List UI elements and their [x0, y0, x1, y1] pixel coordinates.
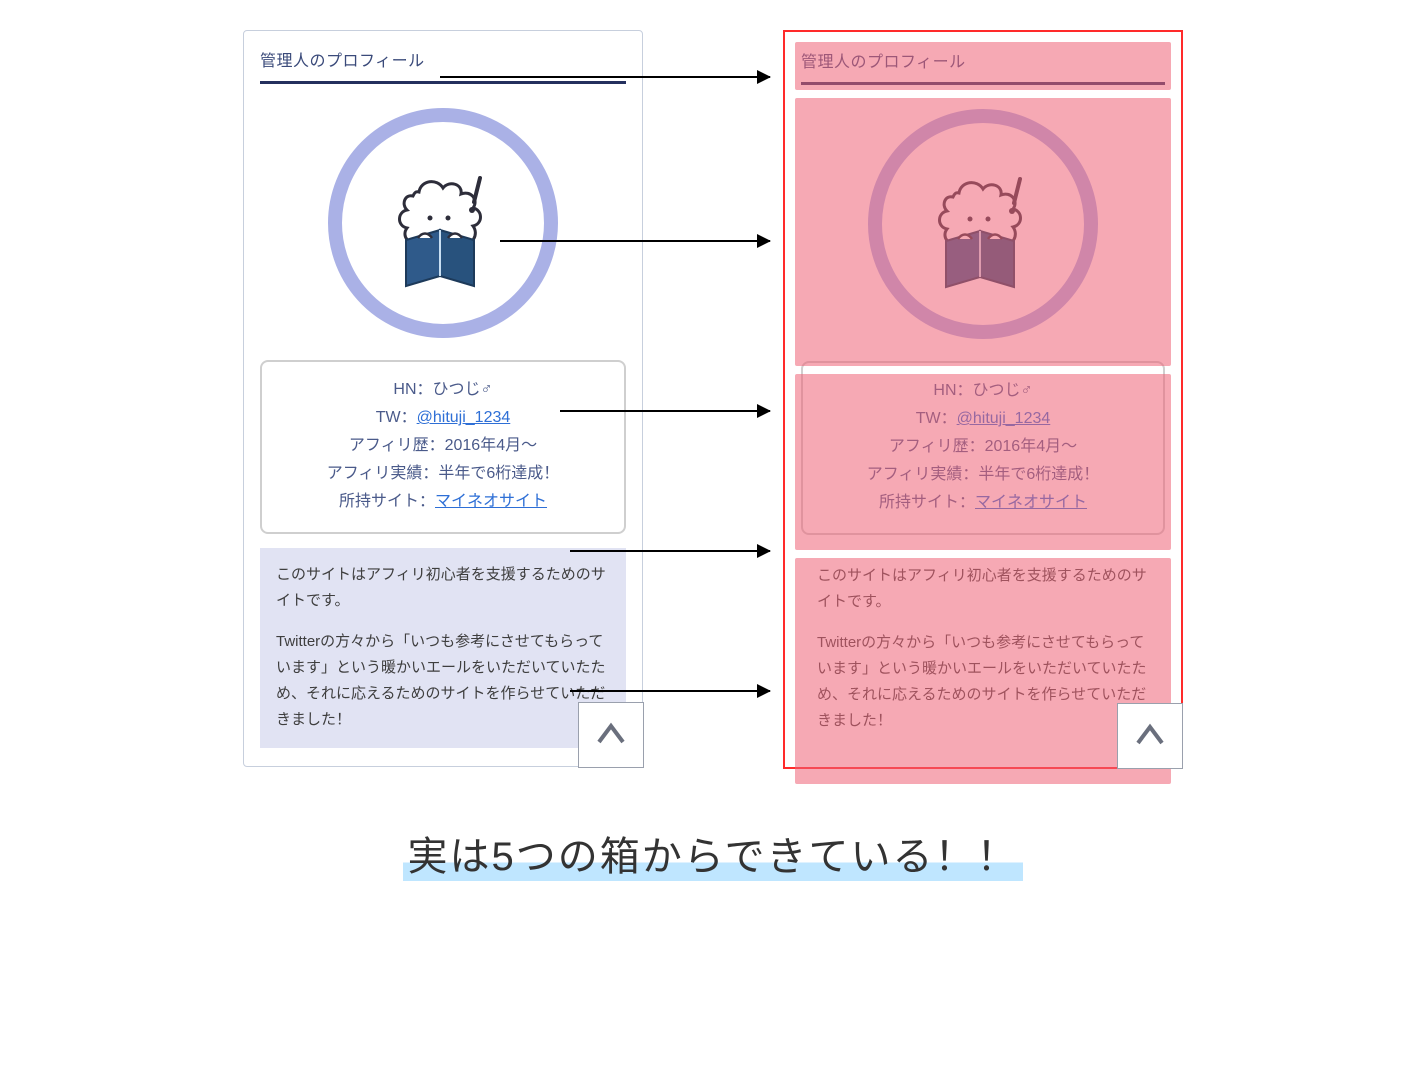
scroll-top-button[interactable] — [578, 702, 644, 768]
heading-underline — [260, 81, 626, 84]
desc-p2: Twitterの方々から「いつも参考にさせてもらっています」という暖かいエールを… — [276, 629, 610, 734]
info-tw: TW：@hituji_1234 — [272, 404, 614, 432]
arrow-info — [560, 410, 770, 412]
info-record: アフィリ実績：半年で6桁達成！ — [813, 461, 1153, 489]
desc-p2: Twitterの方々から「いつも参考にさせてもらっています」という暖かいエールを… — [817, 630, 1149, 735]
sheep-reading-icon — [908, 149, 1058, 299]
description-block: このサイトはアフィリ初心者を支援するためのサイトです。 Twitterの方々から… — [801, 549, 1165, 749]
info-block: HN：ひつじ♂ TW：@hituji_1234 アフィリ歴：2016年4月〜 ア… — [801, 361, 1165, 535]
info-tw: TW：@hituji_1234 — [813, 405, 1153, 433]
arrow-heading — [440, 76, 770, 78]
desc-p1: このサイトはアフィリ初心者を支援するためのサイトです。 — [276, 562, 610, 615]
arrow-avatar — [500, 240, 770, 242]
desc-p1: このサイトはアフィリ初心者を支援するためのサイトです。 — [817, 563, 1149, 616]
heading-block: 管理人のプロフィール — [799, 46, 1167, 91]
profile-card-annotated: 管理人のプロフィール HN：ひつじ♂ TW：@hituji_1234 アフィリ歴… — [783, 30, 1183, 769]
caption: 実は5つの箱からできている！！ — [0, 824, 1426, 882]
info-site: 所持サイト：マイネオサイト — [272, 488, 614, 516]
arrow-desc — [570, 690, 770, 692]
scroll-top-button[interactable] — [1117, 703, 1183, 769]
twitter-link[interactable]: @hituji_1234 — [417, 409, 511, 426]
owned-site-link[interactable]: マイネオサイト — [435, 493, 547, 510]
description-block: このサイトはアフィリ初心者を支援するためのサイトです。 Twitterの方々から… — [260, 548, 626, 748]
info-block: HN：ひつじ♂ TW：@hituji_1234 アフィリ歴：2016年4月〜 ア… — [260, 360, 626, 534]
twitter-link[interactable]: @hituji_1234 — [957, 410, 1051, 427]
cards-row: 管理人のプロフィール HN：ひつじ♂ TW：@hituji_1234 アフィリ歴… — [0, 30, 1426, 769]
info-hn: HN：ひつじ♂ — [813, 377, 1153, 405]
owned-site-link[interactable]: マイネオサイト — [975, 494, 1087, 511]
arrow-info2 — [570, 550, 770, 552]
diagram-stage: 管理人のプロフィール HN：ひつじ♂ TW：@hituji_1234 アフィリ歴… — [0, 30, 1426, 882]
heading-underline — [801, 82, 1165, 85]
info-record: アフィリ実績：半年で6桁達成！ — [272, 460, 614, 488]
heading-text: 管理人のプロフィール — [260, 47, 626, 71]
heading-block: 管理人のプロフィール — [258, 45, 628, 90]
info-hn: HN：ひつじ♂ — [272, 376, 614, 404]
avatar-ring — [868, 109, 1098, 339]
avatar-block — [799, 91, 1167, 361]
heading-text: 管理人のプロフィール — [801, 48, 1165, 72]
info-since: アフィリ歴：2016年4月〜 — [272, 432, 614, 460]
chevron-up-icon — [1133, 719, 1167, 753]
chevron-up-icon — [594, 718, 628, 752]
caption-text: 実は5つの箱からできている！！ — [403, 835, 1022, 881]
sheep-reading-icon — [368, 148, 518, 298]
info-since: アフィリ歴：2016年4月〜 — [813, 433, 1153, 461]
info-site: 所持サイト：マイネオサイト — [813, 489, 1153, 517]
profile-card-original: 管理人のプロフィール HN：ひつじ♂ TW：@hituji_1234 アフィリ歴… — [243, 30, 643, 767]
avatar-ring — [328, 108, 558, 338]
avatar-block — [258, 90, 628, 360]
